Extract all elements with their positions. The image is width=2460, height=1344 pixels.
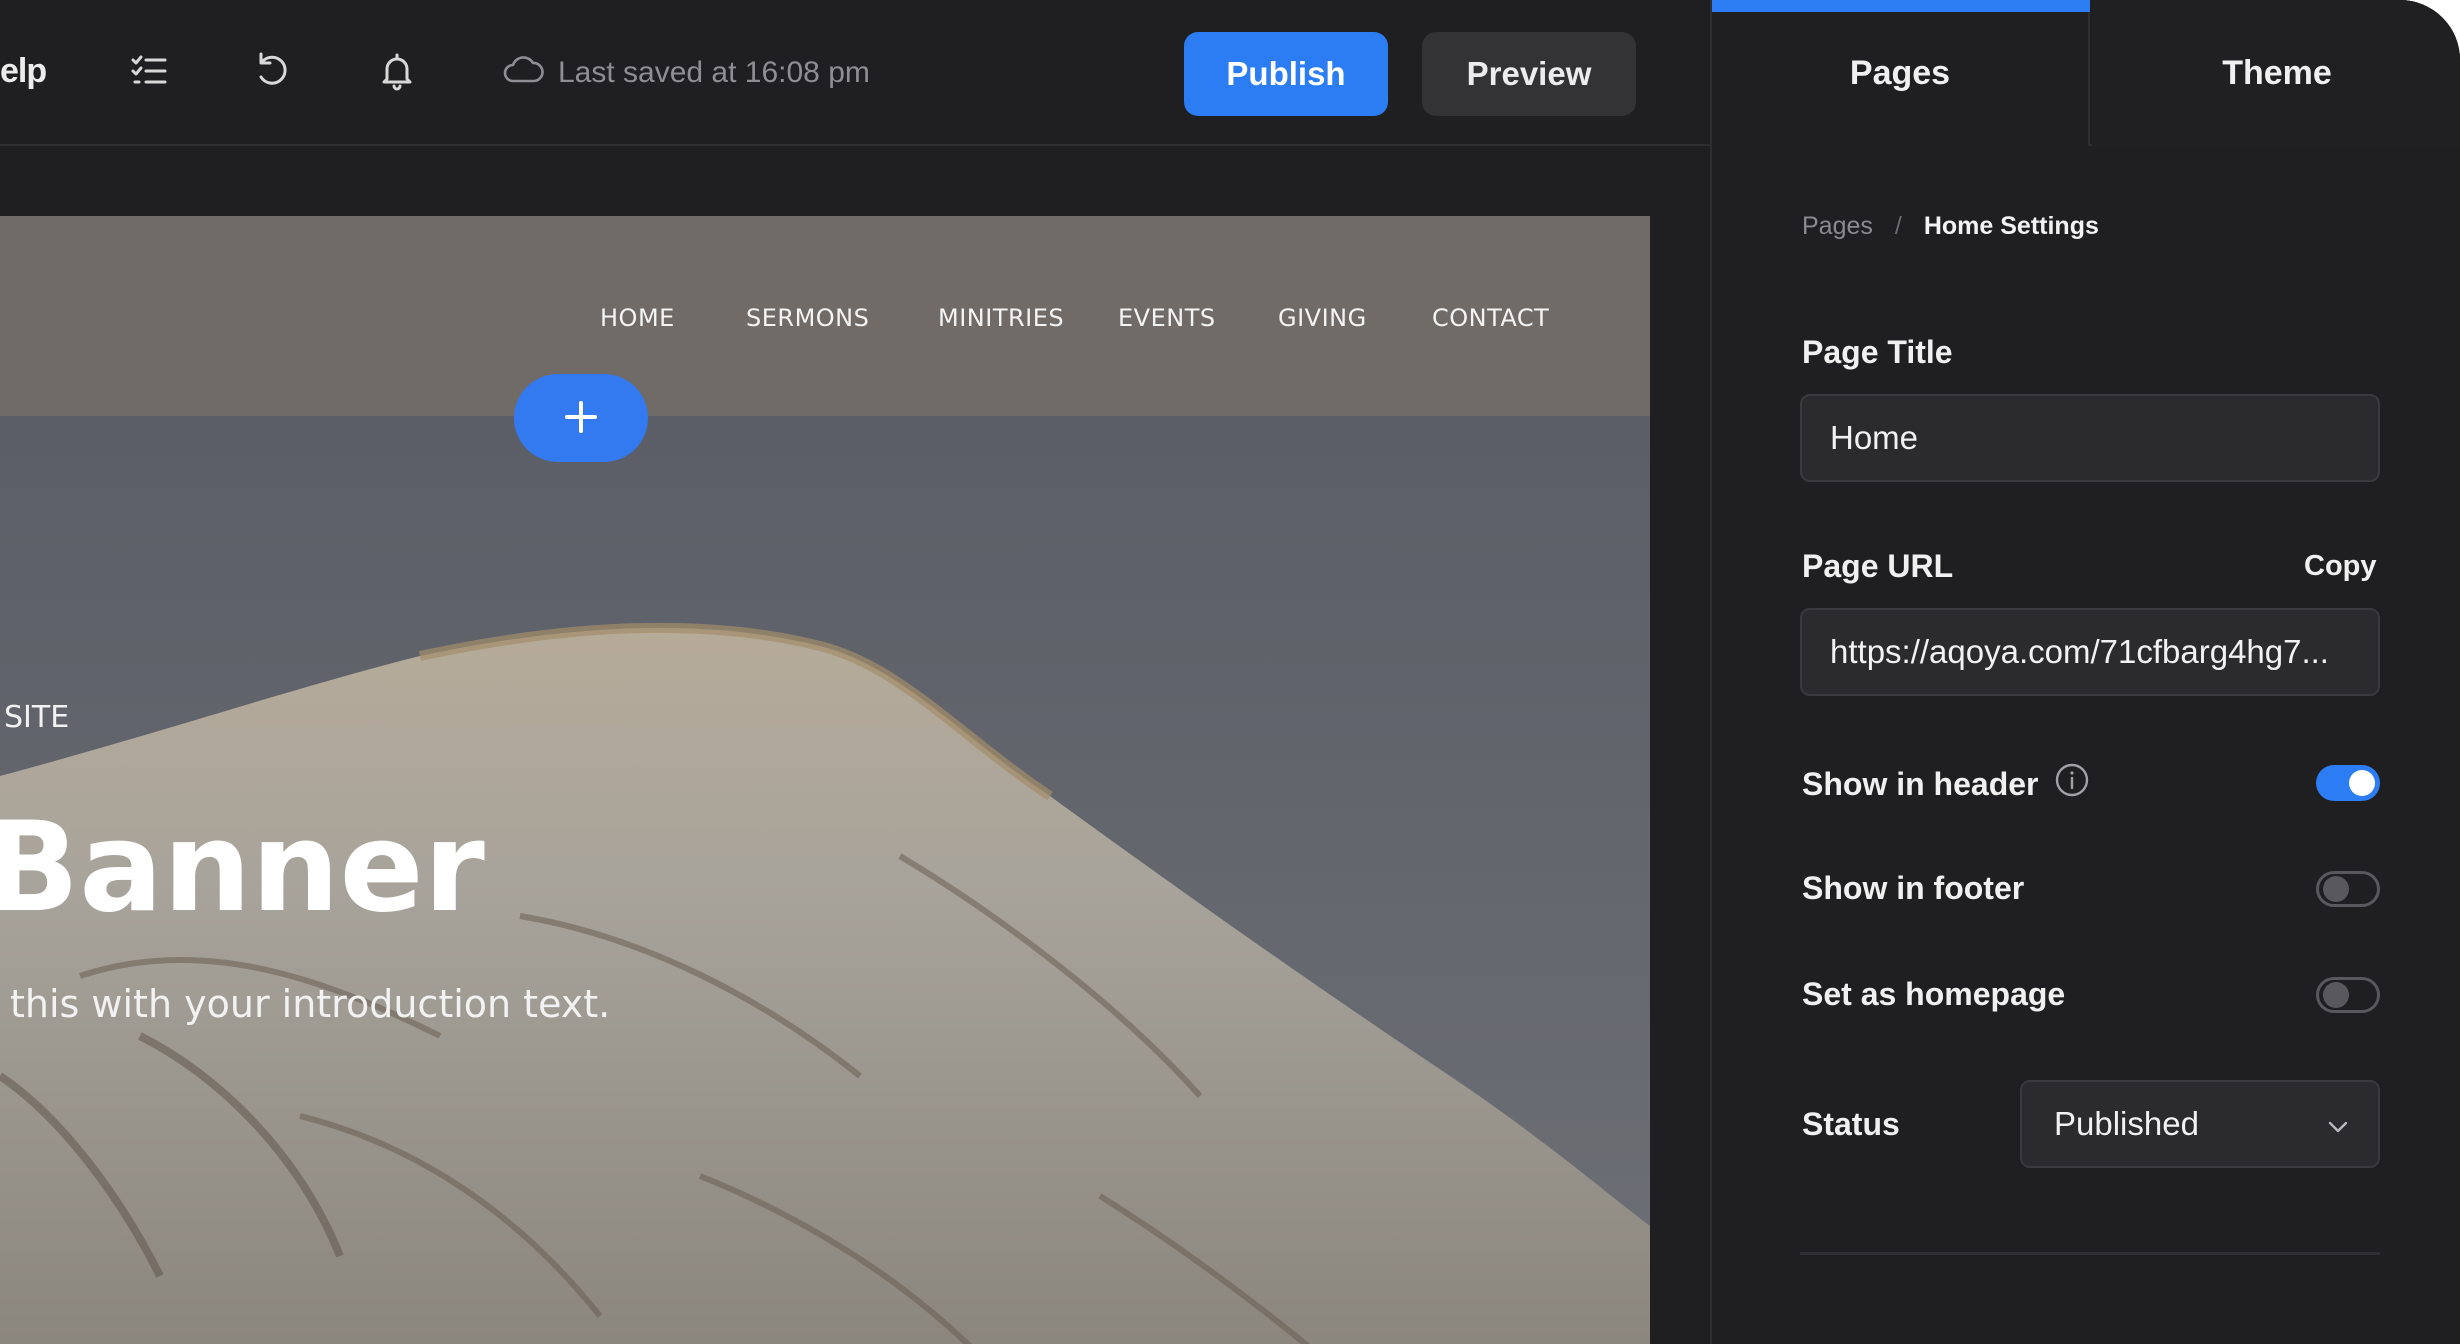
breadcrumb: Pages / Home Settings [1802,212,2099,241]
help-menu[interactable]: elp [0,52,47,91]
plus-icon [563,399,599,438]
bell-icon[interactable] [374,48,420,94]
preview-button[interactable]: Preview [1422,32,1636,116]
show-in-header-text: Show in header [1802,765,2039,802]
nav-item-ministries[interactable]: MINITRIES [938,304,1064,332]
hero-title-text: Banner [0,796,485,940]
status-label: Status [1802,1106,1900,1142]
nav-item-home[interactable]: HOME [600,304,675,332]
settings-panel: Pages Theme Pages / Home Settings Page T… [1710,0,2460,1344]
cloud-icon [502,54,544,92]
nav-item-giving[interactable]: GIVING [1278,304,1367,332]
status-select-value: Published [2054,1105,2199,1142]
save-status-text: Last saved at 16:08 pm [558,56,870,89]
hero-title[interactable]: Banner [0,796,485,940]
show-in-footer-label: Show in footer [1802,870,2024,907]
breadcrumb-current: Home Settings [1923,212,2099,240]
site-preview[interactable]: HOME SERMONS MINITRIES EVENTS GIVING CON… [0,216,1650,1344]
site-navigation: HOME SERMONS MINITRIES EVENTS GIVING CON… [0,216,1650,416]
show-in-header-label: Show in header [1802,762,2090,806]
top-toolbar: elp Last saved at 16:08 pm Publish Previ… [0,0,1710,146]
panel-divider [1800,1252,2380,1255]
save-status: Last saved at 16:08 pm [502,50,870,96]
set-as-homepage-toggle[interactable] [2316,977,2380,1013]
toggle-knob [2323,982,2349,1008]
nav-item-contact[interactable]: CONTACT [1432,304,1549,332]
breadcrumb-pages[interactable]: Pages [1802,212,1873,241]
show-in-header-toggle[interactable] [2316,765,2380,801]
editor-canvas: HOME SERMONS MINITRIES EVENTS GIVING CON… [0,148,1710,1344]
show-in-footer-toggle[interactable] [2316,871,2380,907]
toggle-knob [2323,876,2349,902]
tab-theme[interactable]: Theme [2092,0,2460,146]
nav-item-events[interactable]: EVENTS [1118,304,1216,332]
nav-item-sermons[interactable]: SERMONS [746,304,869,332]
tab-pages[interactable]: Pages [1712,0,2090,146]
add-section-button[interactable] [514,374,648,462]
status-select[interactable]: Published [2020,1080,2380,1168]
set-as-homepage-label: Set as homepage [1802,976,2065,1013]
page-title-label: Page Title [1802,334,1953,370]
page-title-input[interactable] [1800,394,2380,482]
set-as-homepage-text: Set as homepage [1802,976,2066,1012]
publish-button[interactable]: Publish [1184,32,1388,116]
app-window: elp Last saved at 16:08 pm Publish Previ… [0,0,2460,1344]
checklist-icon[interactable] [126,48,172,94]
copy-url-button[interactable]: Copy [2304,550,2377,583]
panel-tabs: Pages Theme [1712,0,2460,146]
page-url-input[interactable] [1800,608,2380,696]
breadcrumb-separator: / [1894,212,1902,240]
toggle-knob [2349,770,2375,796]
page-url-label: Page URL [1802,548,1954,584]
undo-icon[interactable] [250,48,296,94]
info-icon[interactable] [2054,762,2090,806]
chevron-down-icon [2326,1105,2350,1143]
hero-subtitle[interactable]: this with your introduction text. [10,982,610,1026]
hero-kicker[interactable]: SITE [4,700,69,735]
show-in-footer-text: Show in footer [1802,870,2025,906]
